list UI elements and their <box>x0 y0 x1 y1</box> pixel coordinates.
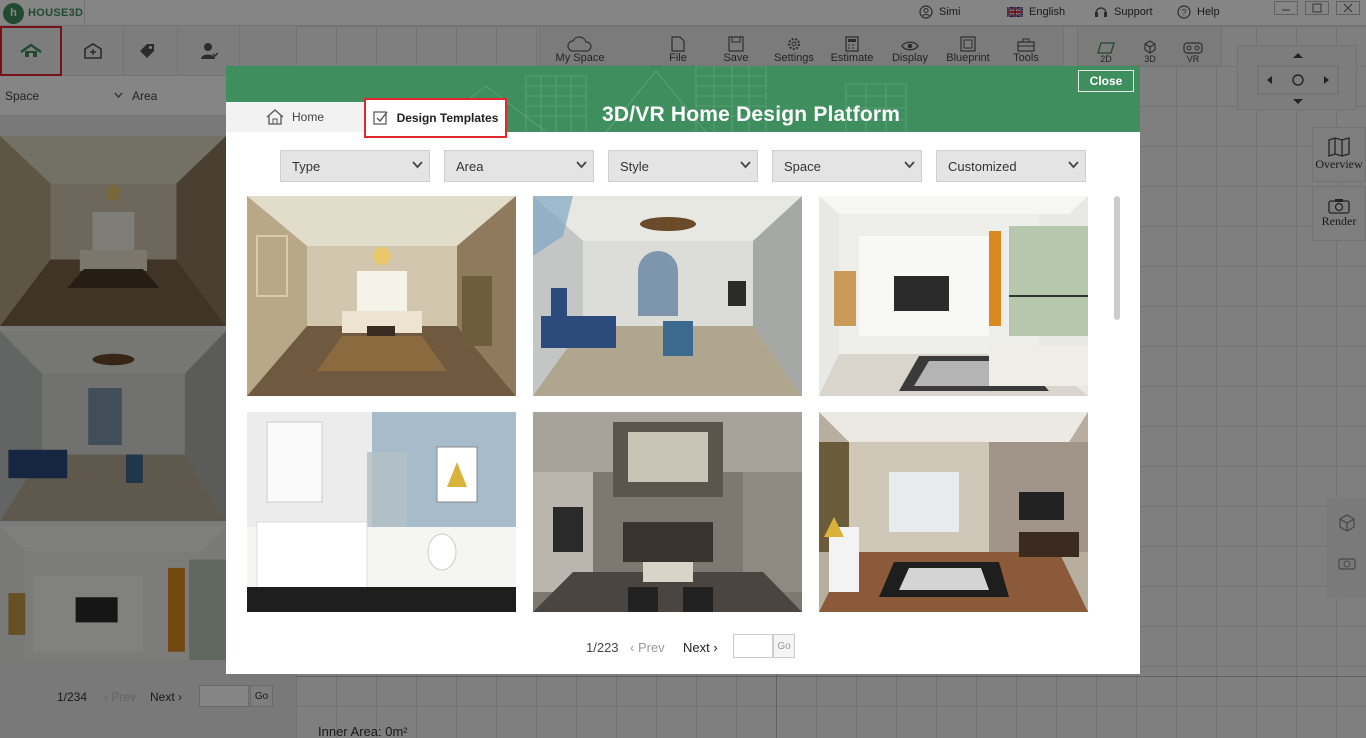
customized-filter-label: Customized <box>948 158 1017 174</box>
dialog-next-label: Next <box>683 640 710 655</box>
type-filter-label: Type <box>292 158 321 174</box>
template-list-scrollbar[interactable] <box>1114 196 1120 320</box>
template-thumbnail <box>247 412 516 612</box>
chevron-left-icon: ‹ <box>630 640 638 655</box>
chevron-down-icon <box>904 161 915 169</box>
home-icon <box>266 109 284 125</box>
tab-design-templates[interactable]: Design Templates <box>364 98 507 138</box>
chevron-down-icon <box>740 161 751 169</box>
dialog-page-input[interactable] <box>733 634 773 658</box>
template-card[interactable] <box>819 196 1088 396</box>
area-filter-select[interactable]: Area <box>444 150 594 182</box>
dialog-prev-label: Prev <box>637 640 665 655</box>
template-card[interactable] <box>533 412 802 612</box>
type-filter-select[interactable]: Type <box>280 150 430 182</box>
chevron-down-icon <box>412 161 423 169</box>
dialog-title: 3D/VR Home Design Platform <box>602 103 901 126</box>
customized-filter-select[interactable]: Customized <box>936 150 1086 182</box>
template-card[interactable] <box>247 196 516 396</box>
style-filter-label: Style <box>620 158 649 174</box>
dialog-pager: 1/223 ‹ Prev Next › Go <box>226 634 1140 662</box>
template-card[interactable] <box>533 196 802 396</box>
template-card[interactable] <box>247 412 516 612</box>
template-thumbnail <box>533 196 802 396</box>
dialog-page-indicator: 1/223 <box>586 640 619 655</box>
checkbox-icon <box>372 111 388 125</box>
template-thumbnail <box>819 412 1088 612</box>
chevron-down-icon <box>1068 161 1079 169</box>
template-thumbnail <box>247 196 516 396</box>
style-filter-select[interactable]: Style <box>608 150 758 182</box>
tab-home[interactable]: Home <box>226 102 364 132</box>
design-templates-dialog: 3D/VR Home Design Platform Close Home De… <box>226 66 1140 674</box>
dialog-prev-button[interactable]: ‹ Prev <box>630 640 665 655</box>
space-filter-select[interactable]: Space <box>772 150 922 182</box>
area-filter-label: Area <box>456 158 484 174</box>
close-dialog-button[interactable]: Close <box>1078 70 1134 92</box>
dialog-go-button[interactable]: Go <box>773 634 795 658</box>
template-thumbnail <box>819 196 1088 396</box>
tab-home-label: Home <box>291 110 324 124</box>
template-card[interactable] <box>819 412 1088 612</box>
tab-design-templates-label: Design Templates <box>396 111 499 125</box>
dialog-next-button[interactable]: Next › <box>683 640 718 655</box>
space-filter-label: Space <box>784 158 821 174</box>
chevron-down-icon <box>576 161 587 169</box>
chevron-right-icon: › <box>709 640 718 655</box>
template-thumbnail <box>533 412 802 612</box>
